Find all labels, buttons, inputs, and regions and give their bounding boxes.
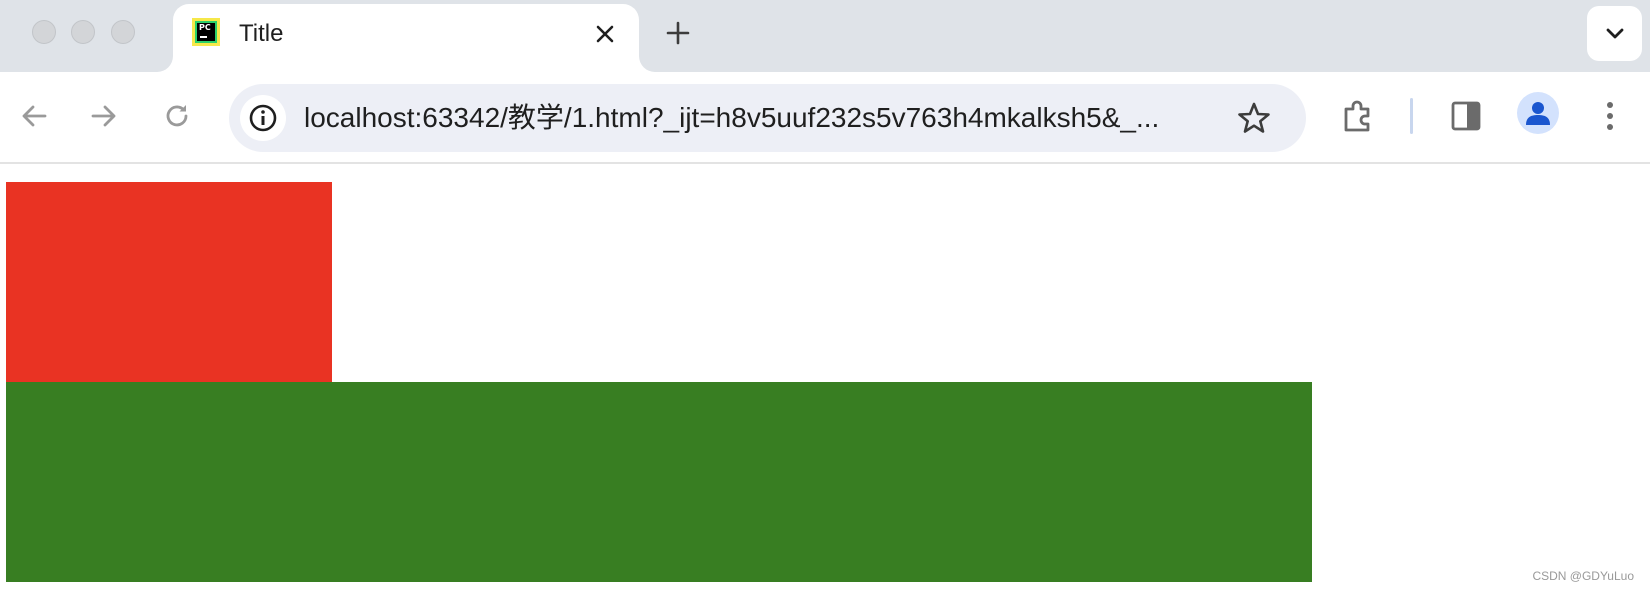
info-icon [249,104,277,132]
page-viewport: CSDN @GDYuLuo [0,164,1650,594]
person-icon [1526,102,1550,125]
tab-title: Title [239,20,284,47]
arrow-right-icon [91,105,116,127]
pycharm-logo-icon: PC [192,18,220,46]
extensions-button[interactable] [1339,96,1379,136]
tab-search-button[interactable] [1587,6,1642,61]
side-panel-button[interactable] [1446,96,1486,136]
watermark: CSDN @GDYuLuo [1532,569,1634,583]
url-text[interactable]: localhost:63342/教学/1.html?_ijt=h8v5uuf23… [304,102,1204,134]
star-icon [1238,102,1270,133]
toolbar-divider [1410,98,1413,134]
window-close-button[interactable] [32,20,56,44]
tab-close-button[interactable] [593,22,617,46]
address-bar[interactable]: localhost:63342/教学/1.html?_ijt=h8v5uuf23… [229,84,1306,152]
window-minimize-button[interactable] [71,20,95,44]
green-box [6,382,1312,582]
chevron-down-icon [1606,28,1623,38]
profile-button[interactable] [1517,92,1559,134]
favicon-underline [197,23,215,41]
forward-button[interactable] [84,96,124,136]
plus-icon [666,21,690,45]
back-button[interactable] [14,96,54,136]
toolbar: localhost:63342/教学/1.html?_ijt=h8v5uuf23… [0,72,1650,164]
red-box [6,182,332,382]
side-panel-icon [1451,101,1481,131]
browser-window: PC Title localhost:63342/教学/1.html?_ijt=… [0,0,1650,594]
reload-icon [166,105,188,127]
reload-button[interactable] [157,96,197,136]
active-tab[interactable]: PC Title [173,4,639,72]
new-tab-button[interactable] [663,18,693,48]
close-icon [596,25,614,43]
site-info-button[interactable] [240,95,286,141]
menu-button[interactable] [1590,96,1630,136]
bookmark-button[interactable] [1236,100,1272,136]
window-zoom-button[interactable] [111,20,135,44]
more-vertical-icon [1607,102,1613,130]
tab-strip: PC Title [0,0,1650,72]
puzzle-icon [1344,100,1370,132]
arrow-left-icon [22,105,47,127]
